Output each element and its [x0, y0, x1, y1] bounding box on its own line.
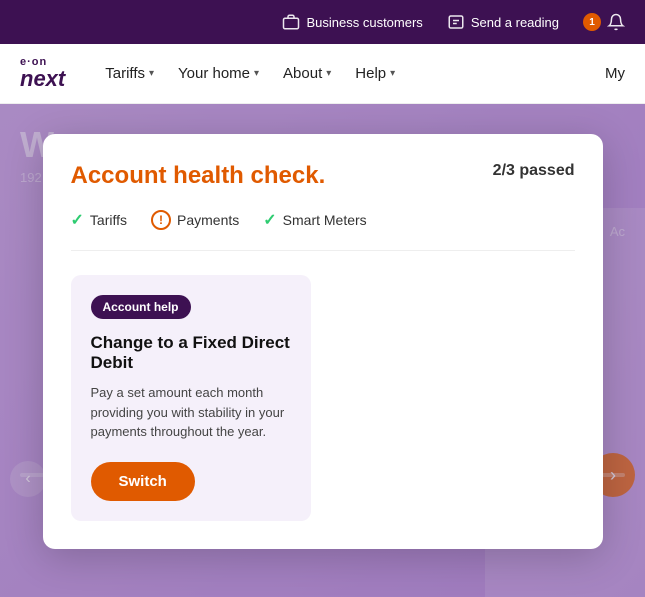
modal-title: Account health check.: [71, 162, 326, 190]
check-smart-meters: ✓ Smart Meters: [263, 210, 366, 230]
modal-overlay: Account health check. 2/3 passed ✓ Tarif…: [0, 104, 645, 597]
check-pass-icon: ✓: [71, 210, 84, 230]
business-customers-label: Business customers: [306, 15, 422, 30]
nav-item-tariffs[interactable]: Tariffs ▾: [95, 57, 164, 90]
card-title: Change to a Fixed Direct Debit: [91, 333, 291, 373]
check-smart-meters-label: Smart Meters: [283, 212, 367, 228]
nav-item-help[interactable]: Help ▾: [345, 57, 405, 90]
nav-item-your-home[interactable]: Your home ▾: [168, 57, 269, 90]
nav-tariffs-label: Tariffs: [105, 65, 145, 82]
send-reading-label: Send a reading: [471, 15, 559, 30]
card-description: Pay a set amount each month providing yo…: [91, 383, 291, 442]
chevron-down-icon: ▾: [149, 68, 154, 79]
top-bar: Business customers Send a reading 1: [0, 0, 645, 44]
recommendation-card: Account help Change to a Fixed Direct De…: [71, 275, 311, 521]
briefcase-icon: [282, 13, 300, 31]
notifications[interactable]: 1: [583, 13, 625, 31]
notification-badge: 1: [583, 13, 601, 31]
modal-score: 2/3 passed: [493, 162, 575, 180]
nav-my-account[interactable]: My: [605, 65, 625, 82]
card-tag: Account help: [91, 295, 191, 319]
nav-items: Tariffs ▾ Your home ▾ About ▾ Help ▾: [95, 57, 605, 90]
logo-next: next: [20, 68, 65, 90]
check-tariffs-label: Tariffs: [90, 212, 127, 228]
health-check-modal: Account health check. 2/3 passed ✓ Tarif…: [43, 134, 603, 549]
chevron-down-icon: ▾: [390, 68, 395, 79]
check-payments: ! Payments: [151, 210, 239, 230]
nav-help-label: Help: [355, 65, 386, 82]
send-reading-link[interactable]: Send a reading: [447, 13, 559, 31]
bell-icon: [607, 13, 625, 31]
check-warn-icon: !: [151, 210, 171, 230]
logo[interactable]: e·on next: [20, 57, 65, 90]
nav-bar: e·on next Tariffs ▾ Your home ▾ About ▾ …: [0, 44, 645, 104]
check-payments-label: Payments: [177, 212, 239, 228]
check-tariffs: ✓ Tariffs: [71, 210, 128, 230]
modal-checks: ✓ Tariffs ! Payments ✓ Smart Meters: [71, 210, 575, 251]
meter-icon: [447, 13, 465, 31]
nav-your-home-label: Your home: [178, 65, 250, 82]
chevron-down-icon: ▾: [254, 68, 259, 79]
check-pass-icon: ✓: [263, 210, 276, 230]
business-customers-link[interactable]: Business customers: [282, 13, 422, 31]
nav-about-label: About: [283, 65, 322, 82]
switch-button[interactable]: Switch: [91, 462, 195, 501]
modal-header: Account health check. 2/3 passed: [71, 162, 575, 190]
nav-item-about[interactable]: About ▾: [273, 57, 341, 90]
chevron-down-icon: ▾: [326, 68, 331, 79]
